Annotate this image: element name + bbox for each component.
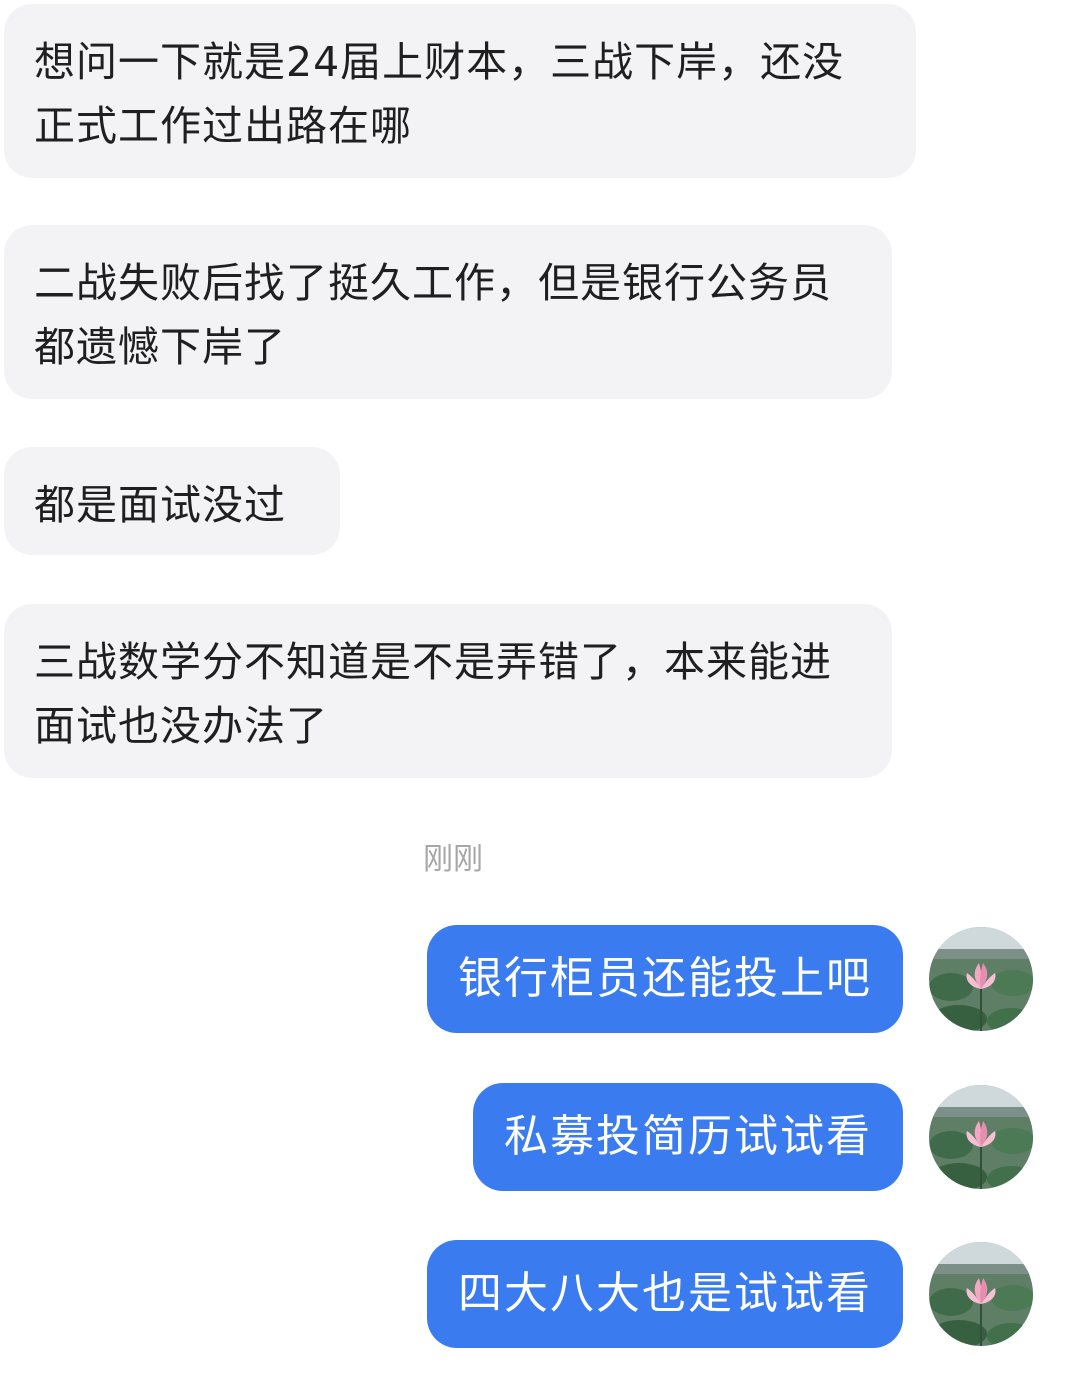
outgoing-message[interactable]: 银行柜员还能投上吧 (427, 925, 903, 1033)
incoming-message[interactable]: 想问一下就是24届上财本，三战下岸，还没正式工作过出路在哪 (4, 4, 916, 178)
lotus-avatar-icon[interactable] (929, 927, 1033, 1031)
outgoing-message[interactable]: 私募投简历试试看 (473, 1083, 903, 1191)
incoming-message[interactable]: 都是面试没过 (4, 447, 340, 555)
message-timestamp: 刚刚 (423, 842, 483, 877)
lotus-avatar-icon[interactable] (929, 1085, 1033, 1189)
incoming-message[interactable]: 三战数学分不知道是不是弄错了，本来能进面试也没办法了 (4, 604, 892, 778)
lotus-avatar-icon[interactable] (929, 1242, 1033, 1346)
incoming-message[interactable]: 二战失败后找了挺久工作，但是银行公务员都遗憾下岸了 (4, 225, 892, 399)
outgoing-message[interactable]: 四大八大也是试试看 (427, 1240, 903, 1348)
